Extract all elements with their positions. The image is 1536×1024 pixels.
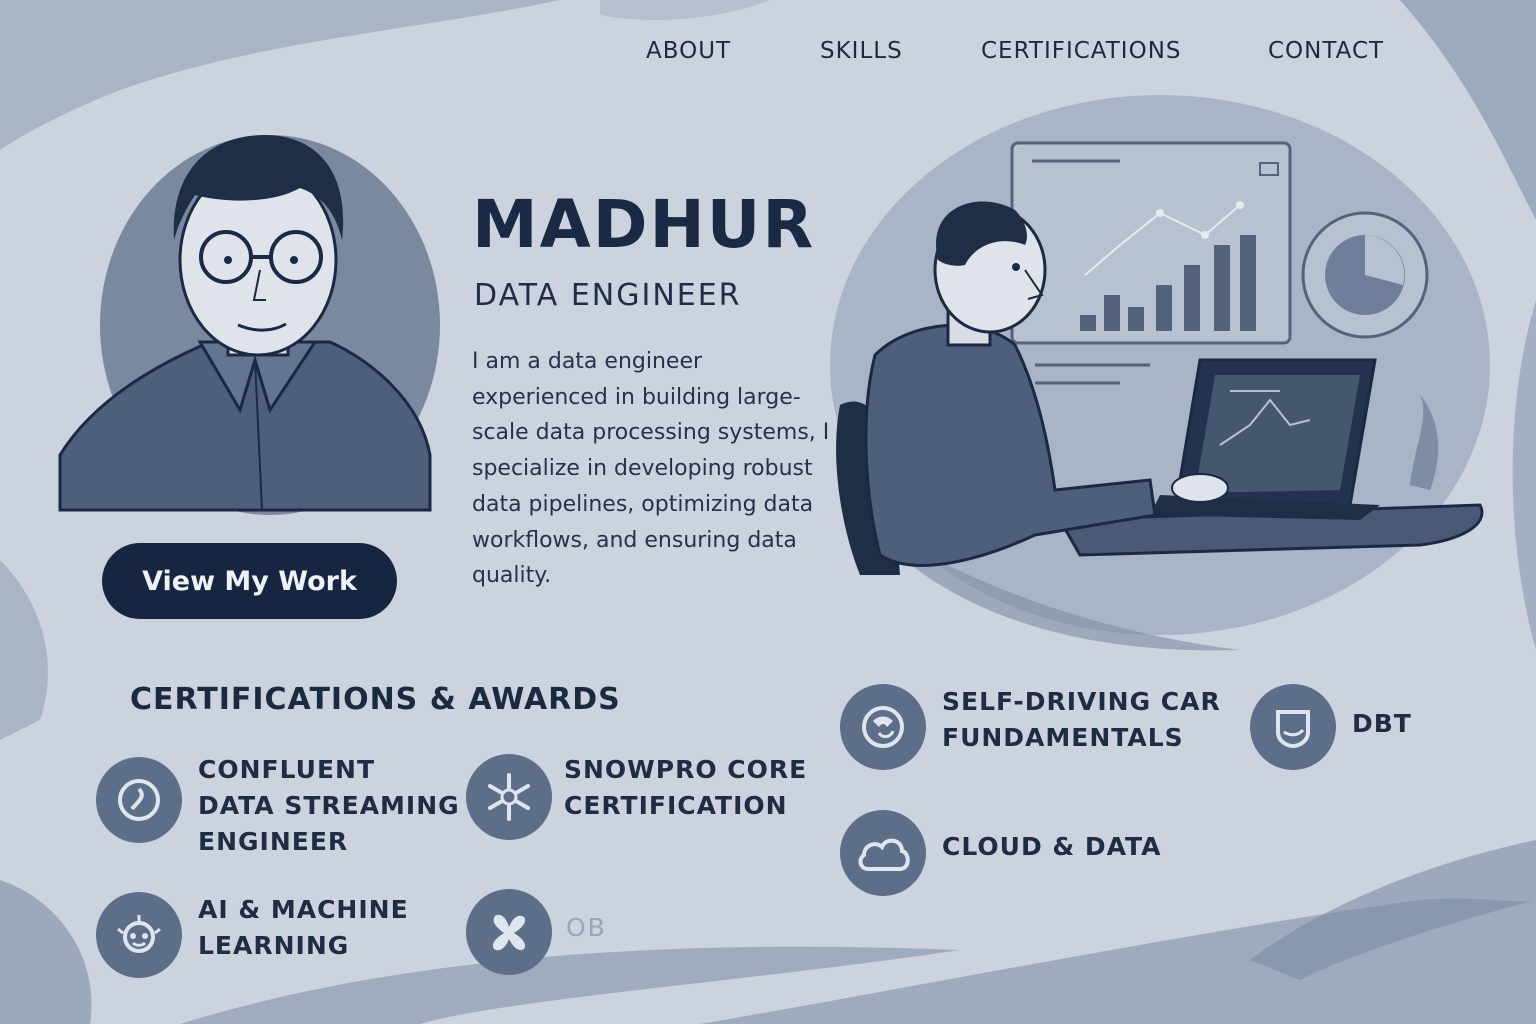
view-my-work-button[interactable]: View My Work bbox=[102, 543, 397, 619]
data-engineer-workspace-illustration bbox=[830, 95, 1490, 651]
confluent-icon bbox=[96, 757, 182, 843]
cert-label-snowpro: SNOWPRO CORE CERTIFICATION bbox=[564, 755, 808, 820]
hero-bio: I am a data engineer experienced in buil… bbox=[472, 349, 830, 589]
cert-label-confluent: CONFLUENT DATA STREAMING ENGINEER bbox=[198, 755, 460, 856]
cert-label-dbt: DBT bbox=[1352, 709, 1412, 738]
hero-role: DATA ENGINEER bbox=[474, 278, 742, 313]
x-logo-icon bbox=[466, 889, 552, 975]
certifications-section-title: CERTIFICATIONS & AWARDS bbox=[130, 682, 621, 717]
robot-icon bbox=[96, 892, 182, 978]
nav-contact[interactable]: CONTACT bbox=[1268, 38, 1384, 64]
cert-label-ai-ml: AI & MACHINE LEARNING bbox=[198, 895, 409, 960]
top-navigation: ABOUT SKILLS CERTIFICATIONS CONTACT bbox=[0, 38, 1536, 78]
nav-about[interactable]: ABOUT bbox=[646, 38, 731, 64]
nav-skills[interactable]: SKILLS bbox=[820, 38, 903, 64]
snowflake-icon bbox=[466, 754, 552, 840]
car-icon bbox=[840, 684, 926, 770]
cert-label-self-driving: SELF-DRIVING CAR FUNDAMENTALS bbox=[942, 687, 1221, 752]
nav-certifications[interactable]: CERTIFICATIONS bbox=[981, 38, 1182, 64]
cert-label-ob: OB bbox=[566, 913, 607, 942]
dbt-icon bbox=[1250, 684, 1336, 770]
cert-label-cloud-data: CLOUD & DATA bbox=[942, 832, 1162, 861]
cloud-icon bbox=[840, 810, 926, 896]
hero-name: MADHUR bbox=[472, 186, 816, 263]
profile-portrait-illustration bbox=[58, 135, 440, 515]
